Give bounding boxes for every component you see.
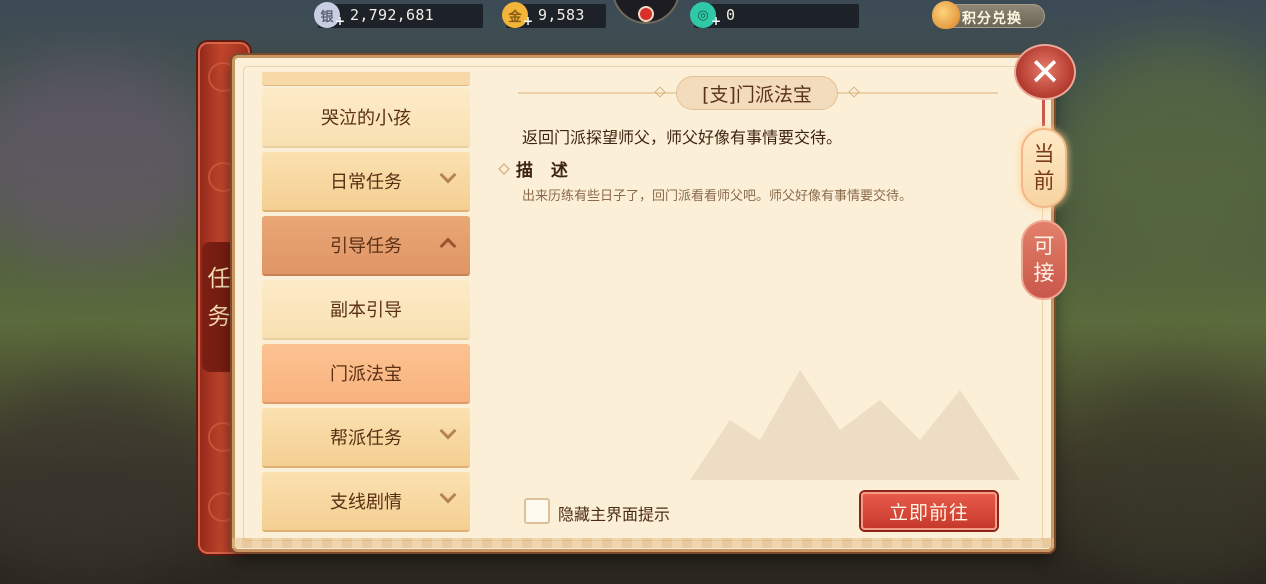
silver-value: 2,792,681 (350, 6, 434, 24)
diamond-bullet-icon (498, 162, 510, 175)
silver-currency[interactable]: 银 + 2,792,681 (314, 2, 483, 28)
task-category-label: 引导任务 (330, 236, 402, 257)
chevron-down-icon (439, 422, 457, 440)
panel-title: 任 务 (202, 242, 236, 372)
task-item-selected[interactable]: 门派法宝 (262, 344, 470, 404)
hide-hint-label: 隐藏主界面提示 (558, 505, 671, 524)
plus-icon[interactable]: + (523, 14, 533, 28)
task-item-label: 门派法宝 (330, 364, 402, 385)
task-item[interactable]: 哭泣的小孩 (262, 88, 470, 148)
task-category-guild[interactable]: 帮派任务 (262, 408, 470, 468)
background-blur (0, 60, 220, 260)
points-exchange-button[interactable]: 积分兑换 (932, 1, 1045, 29)
center-orb[interactable] (612, 0, 680, 24)
tassel-decoration (1042, 100, 1045, 126)
task-item-label: 副本引导 (330, 300, 402, 321)
background-blur (0, 380, 210, 580)
tab-label: 可 (1033, 234, 1055, 258)
quest-summary: 返回门派探望师父，师父好像有事情要交待。 (522, 128, 843, 147)
tab-current[interactable]: 当 前 (1021, 128, 1067, 208)
panel-bottom-trim (232, 538, 1054, 548)
description-text: 出来历练有些日子了，回门派看看师父吧。师父好像有事情要交待。 (522, 189, 913, 204)
hide-hint-checkbox[interactable] (524, 498, 550, 524)
notification-dot-icon (638, 6, 654, 22)
currency-bar: 银 + 2,792,681 金 + 9,583 ◎ + 0 积分兑换 (0, 0, 1266, 32)
task-category-side-story[interactable]: 支线剧情 (262, 472, 470, 532)
task-category-label: 支线剧情 (330, 492, 402, 513)
close-button[interactable]: ✕ (1014, 44, 1076, 100)
background-blur (1070, 380, 1266, 580)
exchange-label: 积分兑换 (962, 11, 1022, 27)
background-blur (1060, 40, 1266, 260)
landscape-watermark (690, 370, 1020, 480)
go-now-button[interactable]: 立即前往 (861, 492, 997, 530)
chevron-down-icon (439, 166, 457, 184)
description-heading: 描 述 (498, 156, 574, 181)
tab-label: 当 (1033, 142, 1055, 166)
jade-value: 0 (726, 6, 736, 24)
money-bag-icon (932, 1, 960, 29)
go-now-label: 立即前往 (888, 501, 969, 524)
plus-icon[interactable]: + (711, 14, 721, 28)
quest-title-text: [支]门派法宝 (702, 83, 812, 106)
list-scroll-edge (262, 72, 470, 86)
tab-label: 前 (1033, 169, 1055, 193)
tab-available[interactable]: 可 接 (1021, 220, 1067, 300)
description-heading-text: 描 述 (516, 161, 574, 181)
quest-title: [支]门派法宝 (676, 76, 838, 110)
panel-title-char: 务 (207, 304, 231, 330)
task-category-guide[interactable]: 引导任务 (262, 216, 470, 276)
plus-icon[interactable]: + (335, 14, 345, 28)
task-category-daily[interactable]: 日常任务 (262, 152, 470, 212)
close-icon: ✕ (1029, 50, 1061, 94)
gold-value: 9,583 (538, 6, 585, 24)
task-category-label: 日常任务 (330, 172, 402, 193)
chevron-up-icon (439, 237, 457, 255)
task-item[interactable]: 副本引导 (262, 280, 470, 340)
task-category-label: 帮派任务 (330, 428, 402, 449)
chevron-down-icon (439, 486, 457, 504)
gold-currency[interactable]: 金 + 9,583 (502, 2, 606, 28)
task-item-label: 哭泣的小孩 (321, 108, 411, 129)
panel-title-char: 任 (207, 266, 231, 292)
tab-label: 接 (1033, 261, 1055, 285)
jade-currency[interactable]: ◎ + 0 (690, 2, 859, 28)
